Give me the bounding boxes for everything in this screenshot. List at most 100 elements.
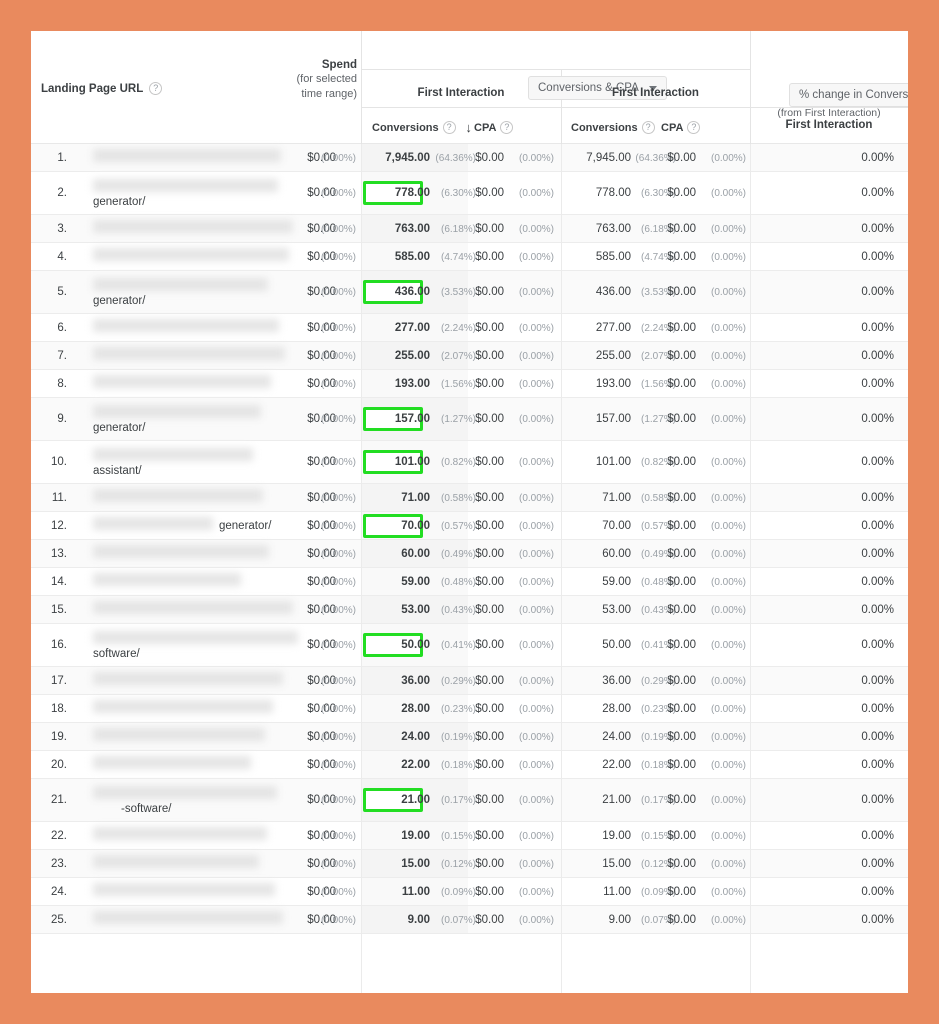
- table-row[interactable]: 14. $0.00 (0.00%) 59.00 (0.48%) $0.00 (0.00%) 5…: [31, 568, 908, 596]
- column-header-cpa-1[interactable]: CPA ?: [474, 121, 514, 134]
- cell-cpa-1: $0.00: [475, 286, 504, 298]
- cell-cpa-1-percent: (0.00%): [518, 887, 554, 898]
- cell-cpa-1-percent: (0.00%): [518, 521, 554, 532]
- table-row[interactable]: 6. $0.00 (0.00%) 277.00 (2.24%) $0.00 (0.00%) 2…: [31, 314, 908, 342]
- table-row[interactable]: 2. generator/$0.00 (0.00%) 778.00 (6.30%) $0.…: [31, 172, 908, 215]
- cell-conversions-1: 7,945.00: [385, 152, 430, 164]
- cell-conversions-1: 50.00: [401, 639, 430, 651]
- table-row[interactable]: 12. generator/$0.00 (0.00%) 70.00 (0.57%) $0.…: [31, 512, 908, 540]
- cell-cpa-2-percent: (0.00%): [710, 351, 746, 362]
- table-row[interactable]: 15. $0.00 (0.00%) 53.00 (0.43%) $0.00 (0.00%) 5…: [31, 596, 908, 624]
- cell-conversions-2: 50.00: [602, 639, 631, 651]
- help-icon[interactable]: ?: [500, 121, 514, 134]
- table-row[interactable]: 8. $0.00 (0.00%) 193.00 (1.56%) $0.00 (0.00%) 1…: [31, 370, 908, 398]
- redacted-url-block: [93, 700, 273, 713]
- landing-page-url-suffix[interactable]: generator/: [219, 520, 271, 532]
- table-row[interactable]: 23. $0.00 (0.00%) 15.00 (0.12%) $0.00 (0.00%) 1…: [31, 850, 908, 878]
- table-row[interactable]: 9. generator/$0.00 (0.00%) 157.00 (1.27%) $0.…: [31, 398, 908, 441]
- table-row[interactable]: 7. $0.00 (0.00%) 255.00 (2.07%) $0.00 (0.00%) 2…: [31, 342, 908, 370]
- table-row[interactable]: 21. -software/$0.00 (0.00%) 21.00 (0.17%) $0.…: [31, 779, 908, 822]
- column-header-landing-page-url[interactable]: Landing Page URL ?: [41, 82, 163, 95]
- arrow-down-icon[interactable]: ↓: [463, 121, 475, 134]
- table-row[interactable]: 25. $0.00 (0.00%) 9.00 (0.07%) $0.00 (0.00%) 9.…: [31, 906, 908, 934]
- cell-percent-change: 0.00%: [861, 886, 894, 898]
- cell-spend-percent: (0.00%): [320, 351, 356, 362]
- spend-sub-line-1: (for selected: [296, 73, 357, 85]
- row-index: 10.: [51, 456, 67, 468]
- cell-percent-change: 0.00%: [861, 914, 894, 926]
- column-header-spend[interactable]: Spend (for selected time range): [268, 59, 361, 101]
- cell-cpa-1: $0.00: [475, 830, 504, 842]
- column-header-change-first-interaction: First Interaction: [785, 119, 873, 131]
- cell-spend-percent: (0.00%): [320, 676, 356, 687]
- column-header-conversions-1[interactable]: Conversions ? ↓: [372, 121, 475, 134]
- cell-cpa-1: $0.00: [475, 731, 504, 743]
- cell-cpa-2-percent: (0.00%): [710, 676, 746, 687]
- group-header-first-interaction-1: First Interaction: [417, 87, 505, 99]
- cell-conversions-1: 19.00: [401, 830, 430, 842]
- table-row[interactable]: 13. $0.00 (0.00%) 60.00 (0.49%) $0.00 (0.00%) 6…: [31, 540, 908, 568]
- table-row[interactable]: 24. $0.00 (0.00%) 11.00 (0.09%) $0.00 (0.00%) 1…: [31, 878, 908, 906]
- cell-spend-percent: (0.00%): [320, 887, 356, 898]
- table-row[interactable]: 17. $0.00 (0.00%) 36.00 (0.29%) $0.00 (0.00%) 3…: [31, 667, 908, 695]
- cell-conversions-2: 436.00: [595, 286, 631, 298]
- conversions-label-2: Conversions: [571, 121, 638, 134]
- help-icon[interactable]: ?: [442, 121, 456, 134]
- landing-page-url-suffix[interactable]: assistant/: [93, 465, 142, 477]
- cell-percent-change: 0.00%: [861, 286, 894, 298]
- analytics-report-panel: Landing Page URL ? Spend (for selected t…: [31, 31, 908, 993]
- help-icon[interactable]: ?: [687, 121, 701, 134]
- cell-conversions-2: 157.00: [595, 413, 631, 425]
- help-icon[interactable]: ?: [641, 121, 655, 134]
- help-icon[interactable]: ?: [149, 82, 163, 95]
- landing-page-url-suffix[interactable]: -software/: [121, 803, 172, 815]
- cell-conversions-2: 255.00: [595, 350, 631, 362]
- cell-cpa-2: $0.00: [667, 520, 696, 532]
- table-row[interactable]: 18. $0.00 (0.00%) 28.00 (0.23%) $0.00 (0.00%) 2…: [31, 695, 908, 723]
- landing-page-url-suffix[interactable]: generator/: [93, 295, 145, 307]
- cell-cpa-2: $0.00: [667, 675, 696, 687]
- cell-cpa-2-percent: (0.00%): [710, 188, 746, 199]
- cell-conversions-1: 71.00: [401, 492, 430, 504]
- group-header-first-interaction-2: First Interaction: [612, 87, 699, 99]
- cell-conversions-2: 11.00: [603, 886, 631, 898]
- table-body: 1. $0.00 (0.00%) 7,945.00 (64.36%) $0.00 (0.00…: [31, 144, 908, 934]
- redacted-url-block: [93, 756, 251, 769]
- table-row[interactable]: 16. software/$0.00 (0.00%) 50.00 (0.41%) $0.0…: [31, 624, 908, 667]
- cell-cpa-1-percent: (0.00%): [518, 831, 554, 842]
- cell-percent-change: 0.00%: [861, 187, 894, 199]
- cell-cpa-1-percent: (0.00%): [518, 676, 554, 687]
- table-row[interactable]: 3. $0.00 (0.00%) 763.00 (6.18%) $0.00 (0.00%) 7…: [31, 215, 908, 243]
- table-row[interactable]: 5. generator/$0.00 (0.00%) 436.00 (3.53%) $0.…: [31, 271, 908, 314]
- cell-cpa-1: $0.00: [475, 914, 504, 926]
- table-row[interactable]: 10. assistant/$0.00 (0.00%) 101.00 (0.82%) $0…: [31, 441, 908, 484]
- cell-conversions-1: 9.00: [407, 914, 430, 926]
- cell-spend-percent: (0.00%): [320, 549, 356, 560]
- table-row[interactable]: 22. $0.00 (0.00%) 19.00 (0.15%) $0.00 (0.00%) 1…: [31, 822, 908, 850]
- cell-conversions-2: 59.00: [602, 576, 631, 588]
- cell-cpa-1-percent: (0.00%): [518, 795, 554, 806]
- cell-conversions-1: 53.00: [401, 604, 430, 616]
- conversions-label-1: Conversions: [372, 121, 439, 134]
- table-row[interactable]: 4. $0.00 (0.00%) 585.00 (4.74%) $0.00 (0.00%) 5…: [31, 243, 908, 271]
- cell-cpa-1-percent: (0.00%): [518, 323, 554, 334]
- table-row[interactable]: 20. $0.00 (0.00%) 22.00 (0.18%) $0.00 (0.00%) 2…: [31, 751, 908, 779]
- cell-spend-percent: (0.00%): [320, 188, 356, 199]
- row-index: 17.: [51, 675, 67, 687]
- table-row[interactable]: 11. $0.00 (0.00%) 71.00 (0.58%) $0.00 (0.00%) 7…: [31, 484, 908, 512]
- landing-page-url-suffix[interactable]: software/: [93, 648, 140, 660]
- redacted-url-block: [93, 728, 265, 741]
- cell-conversions-1: 193.00: [394, 378, 430, 390]
- change-metric-dropdown[interactable]: % change in Conversions: [789, 83, 908, 107]
- table-row[interactable]: 19. $0.00 (0.00%) 24.00 (0.19%) $0.00 (0.00%) 2…: [31, 723, 908, 751]
- cell-spend-percent: (0.00%): [320, 732, 356, 743]
- table-row[interactable]: 1. $0.00 (0.00%) 7,945.00 (64.36%) $0.00 (0.00…: [31, 144, 908, 172]
- landing-page-url-suffix[interactable]: generator/: [93, 196, 145, 208]
- column-header-conversions-2[interactable]: Conversions ?: [571, 121, 655, 134]
- cell-cpa-2: $0.00: [667, 251, 696, 263]
- row-index: 24.: [51, 886, 67, 898]
- cell-cpa-2-percent: (0.00%): [710, 414, 746, 425]
- landing-page-url-suffix[interactable]: generator/: [93, 422, 145, 434]
- cell-percent-change: 0.00%: [861, 703, 894, 715]
- column-header-cpa-2[interactable]: CPA ?: [661, 121, 701, 134]
